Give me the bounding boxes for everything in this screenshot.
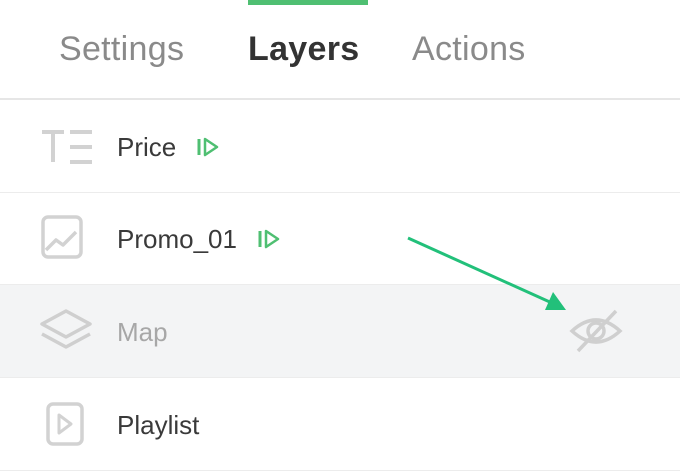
tab-layers[interactable]: Layers (248, 30, 359, 69)
layer-row-map[interactable]: Map (0, 285, 680, 378)
layer-row-price[interactable]: Price (0, 100, 680, 193)
tab-actions[interactable]: Actions (412, 30, 526, 69)
layer-row-promo[interactable]: Promo_01 (0, 192, 680, 285)
tab-bar: Settings Layers Actions (0, 0, 680, 100)
animation-icon (196, 136, 220, 158)
layer-row-playlist[interactable]: Playlist (0, 378, 680, 471)
layer-label: Price (117, 132, 177, 162)
active-tab-indicator (248, 0, 368, 5)
tab-settings[interactable]: Settings (59, 30, 184, 69)
layers-icon (38, 307, 94, 355)
layer-label: Map (117, 317, 168, 347)
image-icon (38, 214, 94, 262)
animation-icon (257, 228, 281, 250)
layer-label: Playlist (117, 410, 200, 440)
eye-slash-icon[interactable] (568, 305, 624, 357)
video-icon (38, 400, 94, 448)
layer-label: Promo_01 (117, 224, 237, 254)
text-icon (38, 122, 94, 170)
